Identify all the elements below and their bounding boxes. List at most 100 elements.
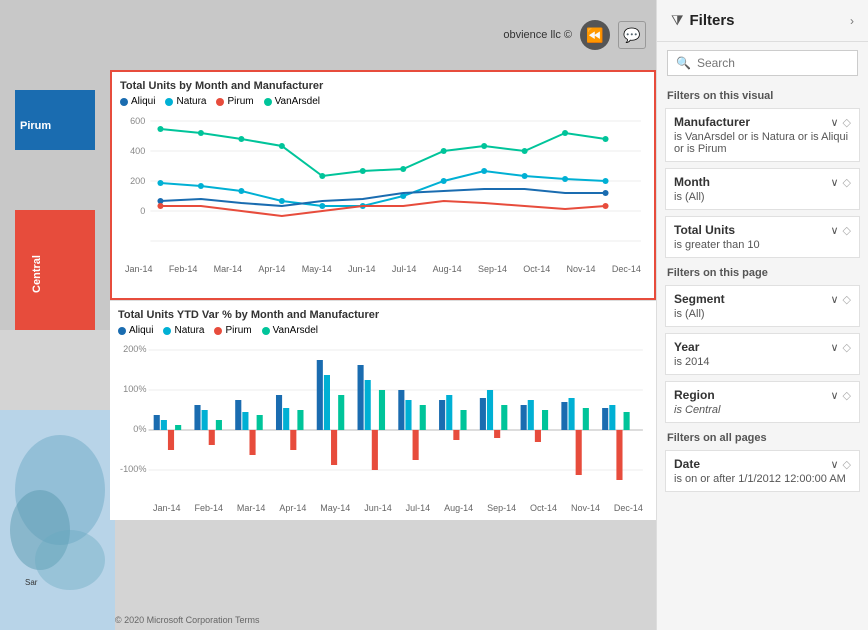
filter-card-month: Month ∨ ◇ is (All) bbox=[665, 168, 860, 210]
filter-segment-subtitle: is (All) bbox=[674, 308, 851, 320]
bar-chart-title: Total Units YTD Var % by Month and Manuf… bbox=[118, 309, 648, 321]
year-eraser[interactable]: ◇ bbox=[843, 341, 851, 354]
filter-total-units-title: Total Units bbox=[674, 223, 735, 237]
vanarsdel-label: VanArsdel bbox=[275, 96, 320, 107]
filter-manufacturer-header: Manufacturer ∨ ◇ bbox=[674, 115, 851, 129]
line-chart-title: Total Units by Month and Manufacturer bbox=[120, 80, 646, 92]
charts-area: Pirum Central Total Units by Month and M… bbox=[0, 70, 656, 630]
chat-icon[interactable]: 💬 bbox=[618, 21, 646, 49]
filters-title: Filters bbox=[690, 12, 735, 29]
filter-segment-title: Segment bbox=[674, 292, 725, 306]
filters-collapse-icon[interactable]: › bbox=[850, 14, 854, 28]
filter-card-date: Date ∨ ◇ is on or after 1/1/2012 12:00:0… bbox=[665, 450, 860, 492]
filter-card-manufacturer: Manufacturer ∨ ◇ is VanArsdel or is Natu… bbox=[665, 108, 860, 162]
bar-chart-svg: 200% 100% 0% -100% bbox=[118, 340, 648, 500]
svg-text:Sar: Sar bbox=[25, 578, 38, 587]
segment-eraser[interactable]: ◇ bbox=[843, 293, 851, 306]
bar-legend-natura: Natura bbox=[163, 325, 204, 336]
manufacturer-eraser[interactable]: ◇ bbox=[843, 116, 851, 129]
filter-month-subtitle: is (All) bbox=[674, 191, 851, 203]
line-chart: Total Units by Month and Manufacturer Al… bbox=[110, 70, 656, 300]
bar-legend-vanarsdel: VanArsdel bbox=[262, 325, 318, 336]
bar-pirum-label: Pirum bbox=[225, 325, 251, 336]
vanarsdel-dot bbox=[264, 98, 272, 106]
bar-chart-x-labels: Jan-14Feb-14Mar-14Apr-14 May-14Jun-14Jul… bbox=[148, 503, 648, 513]
filter-segment-header: Segment ∨ ◇ bbox=[674, 292, 851, 306]
section-visual-label: Filters on this visual bbox=[657, 84, 868, 105]
total-units-chevron[interactable]: ∨ bbox=[830, 224, 838, 237]
bar-aliqui-label: Aliqui bbox=[129, 325, 153, 336]
search-icon: 🔍 bbox=[676, 56, 691, 70]
filters-title-row: ⧩ Filters bbox=[671, 12, 735, 29]
filter-total-units-subtitle: is greater than 10 bbox=[674, 239, 851, 251]
filter-card-total-units: Total Units ∨ ◇ is greater than 10 bbox=[665, 216, 860, 258]
legend-vanarsdel: VanArsdel bbox=[264, 96, 320, 107]
filter-icon: ⧩ bbox=[671, 12, 684, 29]
central-label: Central bbox=[31, 255, 43, 293]
line-chart-x-labels: Jan-14Feb-14Mar-14Apr-14 May-14Jun-14Jul… bbox=[120, 264, 646, 274]
filter-year-title: Year bbox=[674, 340, 699, 354]
date-chevron[interactable]: ∨ bbox=[830, 458, 838, 471]
bar-chart-legend: Aliqui Natura Pirum VanArsdel bbox=[118, 325, 648, 336]
natura-dot bbox=[165, 98, 173, 106]
natura-label: Natura bbox=[176, 96, 206, 107]
section-all-label: Filters on all pages bbox=[657, 426, 868, 447]
svg-text:600: 600 bbox=[130, 116, 145, 126]
filter-date-subtitle: is on or after 1/1/2012 12:00:00 AM bbox=[674, 473, 851, 485]
search-input[interactable] bbox=[697, 56, 849, 70]
filter-region-header: Region ∨ ◇ bbox=[674, 388, 851, 402]
month-eraser[interactable]: ◇ bbox=[843, 176, 851, 189]
bar-legend-pirum: Pirum bbox=[214, 325, 251, 336]
filters-header: ⧩ Filters › bbox=[657, 0, 868, 42]
segment-chevron[interactable]: ∨ bbox=[830, 293, 838, 306]
svg-text:100%: 100% bbox=[123, 384, 146, 394]
filter-month-header: Month ∨ ◇ bbox=[674, 175, 851, 189]
filter-card-region: Region ∨ ◇ is Central bbox=[665, 381, 860, 423]
bar-natura-dot bbox=[163, 327, 171, 335]
region-chevron[interactable]: ∨ bbox=[830, 389, 838, 402]
filter-region-actions: ∨ ◇ bbox=[830, 389, 851, 402]
filter-segment-actions: ∨ ◇ bbox=[830, 293, 851, 306]
svg-text:200%: 200% bbox=[123, 344, 146, 354]
aliqui-dot bbox=[120, 98, 128, 106]
svg-text:-100%: -100% bbox=[120, 464, 146, 474]
avatar-icon[interactable]: ⏪ bbox=[580, 20, 610, 50]
legend-aliqui: Aliqui bbox=[120, 96, 155, 107]
filter-total-units-actions: ∨ ◇ bbox=[830, 224, 851, 237]
svg-text:0%: 0% bbox=[133, 424, 146, 434]
map-area: Sar bbox=[0, 410, 115, 630]
search-box[interactable]: 🔍 bbox=[667, 50, 858, 76]
region-eraser[interactable]: ◇ bbox=[843, 389, 851, 402]
line-chart-legend: Aliqui Natura Pirum VanArsdel bbox=[120, 96, 646, 107]
bar-vanarsdel-dot bbox=[262, 327, 270, 335]
filter-manufacturer-subtitle: is VanArsdel or is Natura or is Aliqui o… bbox=[674, 131, 851, 155]
bar-aliqui-dot bbox=[118, 327, 126, 335]
filter-month-title: Month bbox=[674, 175, 710, 189]
side-visual: Pirum Central bbox=[0, 70, 110, 330]
filter-date-title: Date bbox=[674, 457, 700, 471]
footer-text: © 2020 Microsoft Corporation Terms bbox=[115, 615, 260, 625]
filter-total-units-header: Total Units ∨ ◇ bbox=[674, 223, 851, 237]
central-bar bbox=[15, 210, 95, 330]
pirum-label: Pirum bbox=[227, 96, 253, 107]
bar-pirum-dot bbox=[214, 327, 222, 335]
bar-natura-label: Natura bbox=[174, 325, 204, 336]
filters-panel: ⧩ Filters › 🔍 Filters on this visual Man… bbox=[656, 0, 868, 630]
legend-pirum: Pirum bbox=[216, 96, 253, 107]
bar-vanarsdel-label: VanArsdel bbox=[273, 325, 318, 336]
month-chevron[interactable]: ∨ bbox=[830, 176, 838, 189]
pirum-dot bbox=[216, 98, 224, 106]
logo-text: obvience llc © bbox=[503, 29, 572, 41]
total-units-eraser[interactable]: ◇ bbox=[843, 224, 851, 237]
year-chevron[interactable]: ∨ bbox=[830, 341, 838, 354]
bar-chart: Total Units YTD Var % by Month and Manuf… bbox=[110, 300, 656, 520]
left-panel: obvience llc © ⏪ 💬 Pirum Central Total U… bbox=[0, 0, 656, 630]
filter-year-header: Year ∨ ◇ bbox=[674, 340, 851, 354]
date-eraser[interactable]: ◇ bbox=[843, 458, 851, 471]
pirum-label: Pirum bbox=[20, 120, 51, 132]
filter-year-actions: ∨ ◇ bbox=[830, 341, 851, 354]
filter-manufacturer-actions: ∨ ◇ bbox=[830, 116, 851, 129]
filter-region-title: Region bbox=[674, 388, 715, 402]
svg-text:200: 200 bbox=[130, 176, 145, 186]
manufacturer-chevron[interactable]: ∨ bbox=[830, 116, 838, 129]
